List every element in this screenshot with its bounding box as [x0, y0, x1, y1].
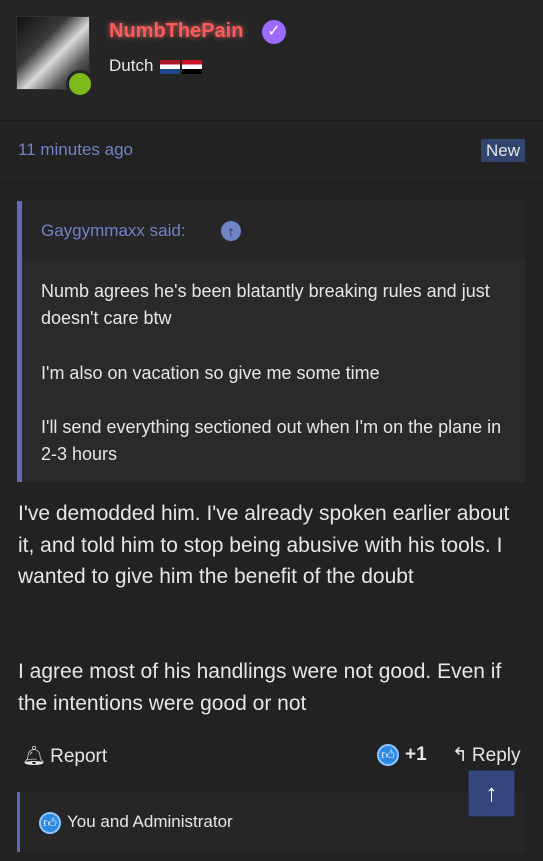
bell-icon: 🔔︎: [22, 746, 47, 767]
thumbs-up-icon[interactable]: 👍︎: [377, 744, 399, 766]
quote-block: Gaygymmaxx said: ↑ Numb agrees he's been…: [17, 201, 525, 482]
quote-header: Gaygymmaxx said: ↑: [22, 201, 525, 259]
reply-label: Reply: [471, 745, 521, 766]
user-title: Dutch: [109, 56, 154, 75]
netherlands-flag-icon: [160, 59, 180, 74]
reactions-summary[interactable]: You and Administrator: [67, 812, 233, 832]
like-count[interactable]: +1: [405, 744, 427, 766]
thumbs-up-icon: 👍︎: [39, 812, 61, 834]
divider: [0, 182, 543, 183]
reactions-bar[interactable]: 👍︎ You and Administrator: [17, 792, 525, 852]
egypt-flag-icon: [182, 59, 202, 74]
flags: [160, 58, 204, 76]
avatar[interactable]: [16, 16, 94, 98]
post-actions: 🔔︎ Report 👍︎ +1 ↰ Reply: [0, 738, 543, 774]
quote-paragraph: I'm also on vacation so give me some tim…: [41, 363, 380, 383]
arrow-up-icon: ↑: [485, 780, 498, 807]
post-body-paragraph: I've demodded him. I've already spoken e…: [18, 502, 510, 588]
quote-paragraph: I'll send everything sectioned out when …: [41, 417, 502, 464]
arrow-up-circle-icon[interactable]: ↑: [221, 221, 241, 241]
quote-author-link[interactable]: Gaygymmaxx said:: [41, 221, 186, 241]
report-button[interactable]: 🔔︎ Report: [22, 744, 107, 768]
post-header: NumbThePain ✓ Dutch: [0, 0, 543, 120]
report-label: Report: [50, 746, 108, 767]
scroll-to-top-button[interactable]: ↑: [468, 770, 515, 817]
quote-paragraph: Numb agrees he's been blatantly breaking…: [41, 281, 490, 328]
verified-badge-icon: ✓: [262, 20, 286, 44]
online-status-icon: [66, 70, 94, 98]
username-link[interactable]: NumbThePain: [109, 20, 243, 43]
reply-button[interactable]: ↰ Reply: [452, 744, 521, 767]
post-timestamp[interactable]: 11 minutes ago: [18, 140, 133, 160]
reply-arrow-icon: ↰: [452, 745, 468, 766]
new-badge: New: [481, 139, 525, 162]
divider: [0, 120, 543, 121]
post-body-paragraph: I agree most of his handlings were not g…: [18, 660, 502, 715]
